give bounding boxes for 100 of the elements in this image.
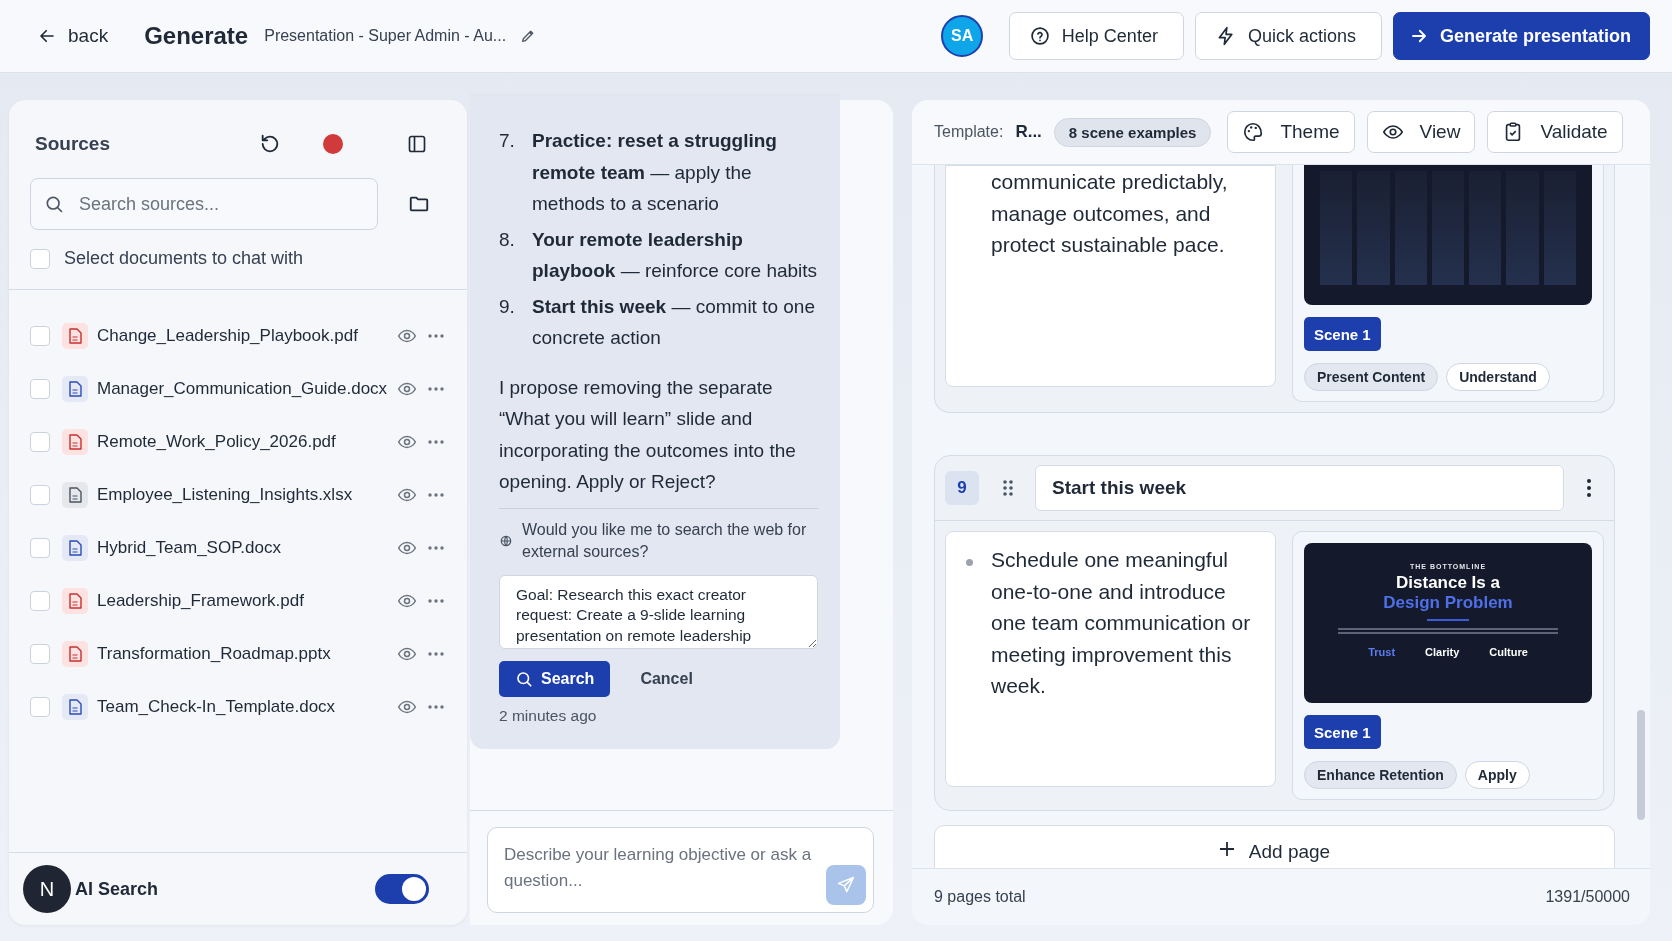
sheet-file-icon <box>62 481 88 508</box>
file-name[interactable]: Change_Leadership_Playbook.pdf <box>97 325 393 346</box>
tag[interactable]: Understand <box>1446 363 1550 391</box>
more-icon[interactable] <box>427 544 445 551</box>
arrow-left-icon <box>38 27 56 45</box>
more-icon[interactable] <box>427 385 445 392</box>
search-button[interactable]: Search <box>499 660 611 697</box>
list-item-text: Practice: reset a struggling remote team — apply the methods to a scenario <box>532 129 778 216</box>
tag[interactable]: Present Content <box>1304 363 1439 391</box>
file-name[interactable]: Transformation_Roadmap.pptx <box>97 643 393 664</box>
tag[interactable]: Enhance Retention <box>1304 761 1457 789</box>
search-icon <box>515 669 533 688</box>
theme-button[interactable]: Theme <box>1227 111 1355 153</box>
message-text: I propose removing the separate “What you will learn” slide and incorporating the outcomes into the opening. Apply or Reject? <box>499 371 818 509</box>
checkbox[interactable] <box>30 431 50 452</box>
slide-heading: Distance Is a <box>1396 573 1500 593</box>
drag-handle-icon[interactable] <box>1002 479 1014 497</box>
slide-pillar-label: Culture <box>1489 646 1528 658</box>
file-name[interactable]: Employee_Listening_Insights.xlsx <box>97 484 393 505</box>
sidebar-toggle-icon[interactable] <box>407 134 427 154</box>
slide-thumbnail[interactable] <box>1304 165 1592 305</box>
document-file-icon <box>62 693 88 720</box>
document-file-icon <box>62 534 88 561</box>
search-icon <box>44 194 64 214</box>
timestamp: 2 minutes ago <box>499 706 598 725</box>
character-count: 1391/50000 <box>1545 888 1630 906</box>
document-name: Presentation - Super Admin - Au... <box>264 27 507 45</box>
slide-heading-highlight: Design Problem <box>1383 593 1513 613</box>
refresh-icon[interactable] <box>259 133 281 155</box>
template-name[interactable]: R... <box>1015 122 1042 142</box>
list-item-text: Start this week — commit to one concrete action <box>532 294 816 350</box>
file-name[interactable]: Manager_Communication_Guide.docx <box>97 378 393 399</box>
more-icon[interactable] <box>427 491 445 498</box>
file-name[interactable]: Remote_Work_Policy_2026.pdf <box>97 431 393 452</box>
list-number: 7. <box>499 129 516 153</box>
slide-pillar-label: Trust <box>1368 646 1396 658</box>
checkbox[interactable] <box>30 590 50 611</box>
page-content-text: Schedule one meaningful one-to-one and introduce one team communication or meeting improvement this week. <box>991 547 1252 699</box>
checkbox[interactable] <box>30 643 50 664</box>
user-avatar[interactable]: N <box>23 865 71 913</box>
generate-button[interactable]: Generate presentation <box>1392 12 1650 60</box>
page-title-field[interactable]: Start this week <box>1035 465 1564 511</box>
checkbox[interactable] <box>30 248 50 269</box>
kebab-menu-icon[interactable] <box>1586 478 1592 498</box>
document-file-icon <box>62 587 88 614</box>
checkbox[interactable] <box>30 537 50 558</box>
query-field[interactable]: Goal: Research this exact creator request: Create a 9-slide learning presentation on remote leadership <box>499 574 818 649</box>
send-icon <box>836 875 856 895</box>
file-name[interactable]: Leadership_Framework.pdf <box>97 590 393 611</box>
validate-button[interactable]: Validate <box>1487 111 1623 153</box>
record-icon[interactable] <box>323 134 343 154</box>
page-content-card[interactable]: Schedule one meaningful one-to-one and introduce one team communication or meeting improvement this week. <box>945 531 1276 787</box>
scene-button[interactable]: Scene 1 <box>1304 317 1381 351</box>
page-title: Generate <box>144 22 249 50</box>
checkbox[interactable] <box>30 484 50 505</box>
panel-title: Sources <box>35 133 110 155</box>
toggle-label: AI Search <box>75 878 159 900</box>
quick-actions-button[interactable]: Quick actions <box>1194 12 1382 60</box>
message-field[interactable]: Describe your learning objective or ask a question... <box>487 827 874 913</box>
tag[interactable]: Apply <box>1464 761 1530 789</box>
scene-examples-badge[interactable]: 8 scene examples <box>1053 117 1212 147</box>
checkbox[interactable] <box>30 378 50 399</box>
scrollbar[interactable] <box>1637 710 1645 820</box>
more-icon[interactable] <box>427 332 445 339</box>
document-file-icon <box>62 428 88 455</box>
file-name[interactable]: Team_Check-In_Template.docx <box>97 696 393 717</box>
add-page-button[interactable]: Add page <box>934 825 1615 868</box>
palette-icon <box>1242 121 1265 143</box>
search-field[interactable]: Search sources... <box>30 178 378 230</box>
page-count: 9 pages total <box>934 888 1026 906</box>
bullet-icon <box>966 559 973 566</box>
cancel-button[interactable]: Cancel <box>634 668 699 689</box>
template-label: Template: <box>934 123 1004 141</box>
more-icon[interactable] <box>427 703 445 710</box>
arrow-right-icon <box>1409 27 1428 45</box>
globe-icon <box>499 533 513 548</box>
document-file-icon <box>62 322 88 349</box>
scene-button[interactable]: Scene 1 <box>1304 715 1381 749</box>
checkbox[interactable] <box>30 325 50 346</box>
list-number: 9. <box>499 294 516 319</box>
more-icon[interactable] <box>427 650 445 657</box>
more-icon[interactable] <box>427 438 445 445</box>
slides-file-icon <box>62 640 88 667</box>
help-button[interactable]: Help Center <box>1008 12 1184 60</box>
ai-search-toggle[interactable] <box>375 874 429 904</box>
view-button[interactable]: View <box>1366 111 1476 153</box>
page-number: 9 <box>945 471 979 505</box>
document-file-icon <box>62 375 88 402</box>
file-name[interactable]: Hybrid_Team_SOP.docx <box>97 537 393 558</box>
web-search-prompt: Would you like me to search the web for external sources? <box>522 519 808 562</box>
checkbox-label: Select documents to chat with <box>64 248 304 269</box>
page-content-card[interactable]: communicate predictably, manage outcomes, and protect sustainable pace. <box>945 165 1276 387</box>
slide-pillar-label: Clarity <box>1425 646 1460 658</box>
page-content-text: communicate predictably, manage outcomes, and protect sustainable pace. <box>991 169 1229 258</box>
checkbox[interactable] <box>30 696 50 717</box>
more-icon[interactable] <box>427 597 445 604</box>
help-icon <box>1029 26 1050 46</box>
list-item-text: Your remote leadership playbook — reinforce core habits <box>532 227 818 283</box>
plus-icon <box>1218 841 1235 857</box>
back-button[interactable]: back <box>34 21 113 51</box>
